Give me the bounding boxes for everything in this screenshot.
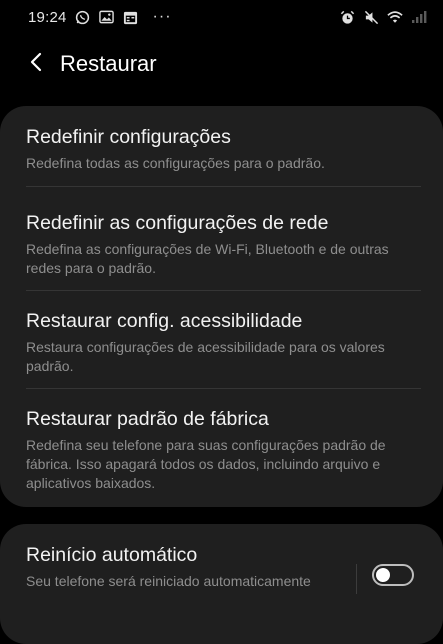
calendar-icon bbox=[123, 9, 139, 25]
divider bbox=[26, 388, 421, 389]
auto-restart-toggle[interactable] bbox=[372, 564, 414, 586]
divider bbox=[26, 186, 421, 187]
whatsapp-icon bbox=[75, 9, 91, 25]
reset-network-settings-item[interactable]: Redefinir as configurações de rede Redef… bbox=[0, 186, 443, 290]
status-bar-right bbox=[339, 9, 427, 25]
signal-icon bbox=[411, 9, 427, 25]
item-title: Restaurar padrão de fábrica bbox=[26, 408, 269, 430]
item-description: Redefina todas as configurações para o p… bbox=[26, 155, 325, 171]
item-description: Restaura configurações de acessibilidade… bbox=[26, 339, 385, 374]
toggle-knob bbox=[376, 568, 390, 582]
gallery-icon bbox=[99, 9, 115, 25]
vertical-divider bbox=[356, 564, 357, 594]
wifi-icon bbox=[387, 9, 403, 25]
status-time: 19:24 bbox=[28, 8, 67, 26]
reset-options-card: Redefinir configurações Redefina todas a… bbox=[0, 106, 443, 507]
item-description: Redefina as configurações de Wi-Fi, Blue… bbox=[26, 241, 389, 276]
item-title: Restaurar config. acessibilidade bbox=[26, 310, 303, 332]
item-description: Seu telefone será reiniciado automaticam… bbox=[26, 573, 311, 589]
item-title: Reinício automático bbox=[26, 544, 198, 566]
mute-icon bbox=[363, 9, 379, 25]
alarm-icon bbox=[339, 9, 355, 25]
back-button[interactable] bbox=[14, 42, 58, 86]
auto-restart-text: Reinício automático Seu telefone será re… bbox=[26, 542, 356, 591]
app-header: Restaurar bbox=[0, 36, 443, 92]
auto-restart-card: Reinício automático Seu telefone será re… bbox=[0, 524, 443, 644]
item-title: Redefinir as configurações de rede bbox=[26, 212, 329, 234]
reset-settings-item[interactable]: Redefinir configurações Redefina todas a… bbox=[0, 106, 443, 186]
item-title: Redefinir configurações bbox=[26, 126, 231, 148]
status-bar: 19:24 ··· bbox=[0, 0, 443, 34]
page-title: Restaurar bbox=[60, 51, 157, 76]
factory-reset-item[interactable]: Restaurar padrão de fábrica Redefina seu… bbox=[0, 388, 443, 507]
auto-restart-item[interactable]: Reinício automático Seu telefone será re… bbox=[0, 524, 443, 644]
divider bbox=[26, 290, 421, 291]
chevron-left-icon bbox=[29, 52, 43, 77]
more-notifications-icon: ··· bbox=[152, 8, 172, 25]
item-description: Redefina seu telefone para suas configur… bbox=[26, 437, 386, 491]
status-bar-left: 19:24 ··· bbox=[28, 9, 172, 26]
reset-accessibility-item[interactable]: Restaurar config. acessibilidade Restaur… bbox=[0, 290, 443, 388]
